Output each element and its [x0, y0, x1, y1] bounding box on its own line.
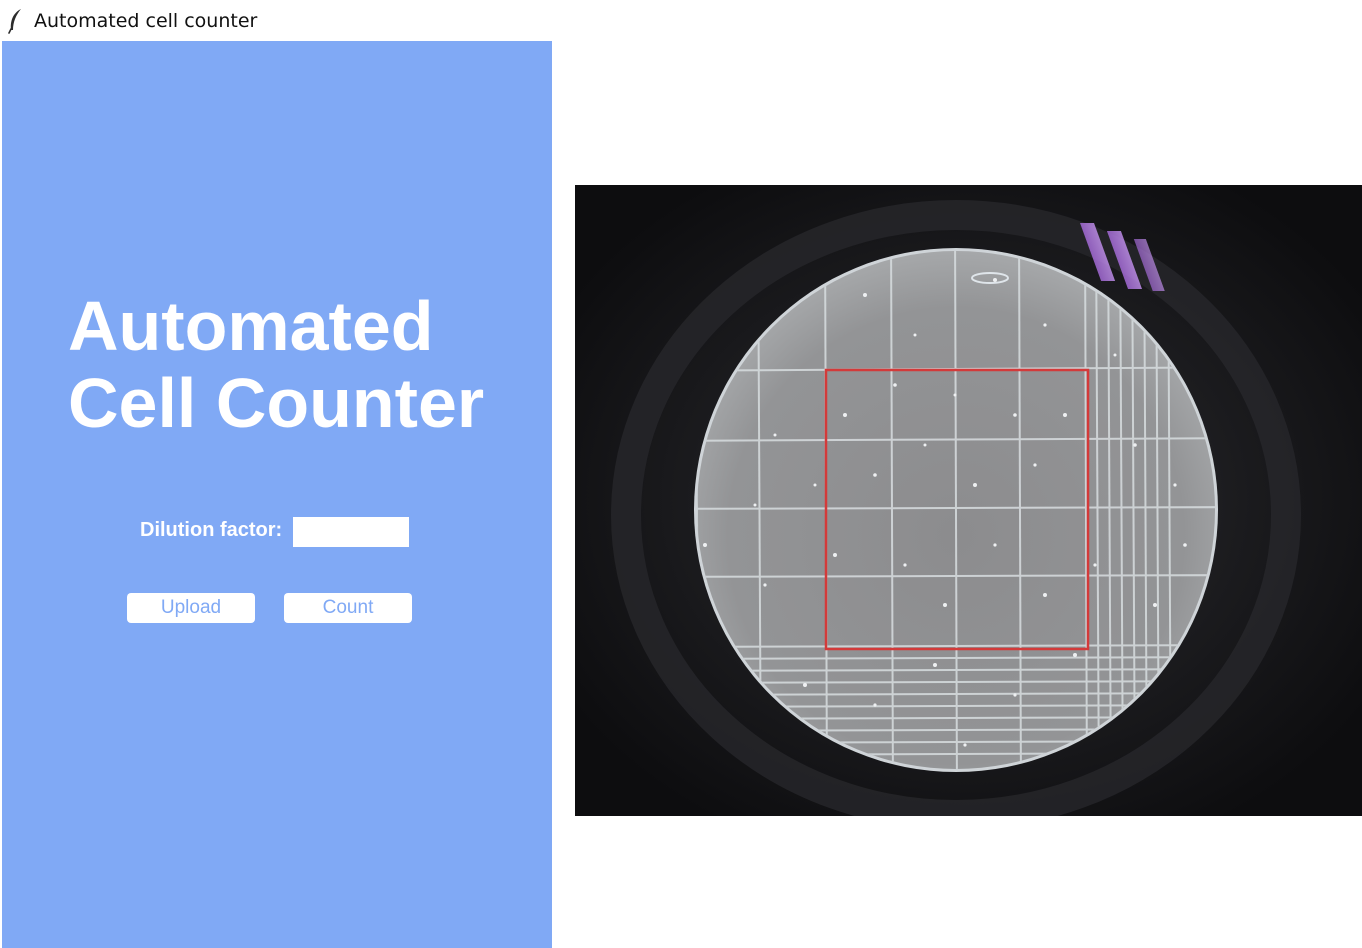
app-heading: Automated Cell Counter: [68, 287, 485, 442]
microscope-image: [575, 185, 1362, 816]
title-bar: Automated cell counter: [0, 0, 1362, 40]
dilution-factor-label: Dilution factor:: [140, 519, 283, 541]
count-button[interactable]: Count: [284, 593, 412, 623]
feather-icon: [8, 9, 21, 34]
microscope-image-graphic: [575, 185, 1362, 816]
control-panel: [2, 41, 552, 948]
window-title: Automated cell counter: [34, 10, 258, 32]
dilution-factor-input[interactable]: [293, 517, 409, 547]
upload-button[interactable]: Upload: [127, 593, 255, 623]
